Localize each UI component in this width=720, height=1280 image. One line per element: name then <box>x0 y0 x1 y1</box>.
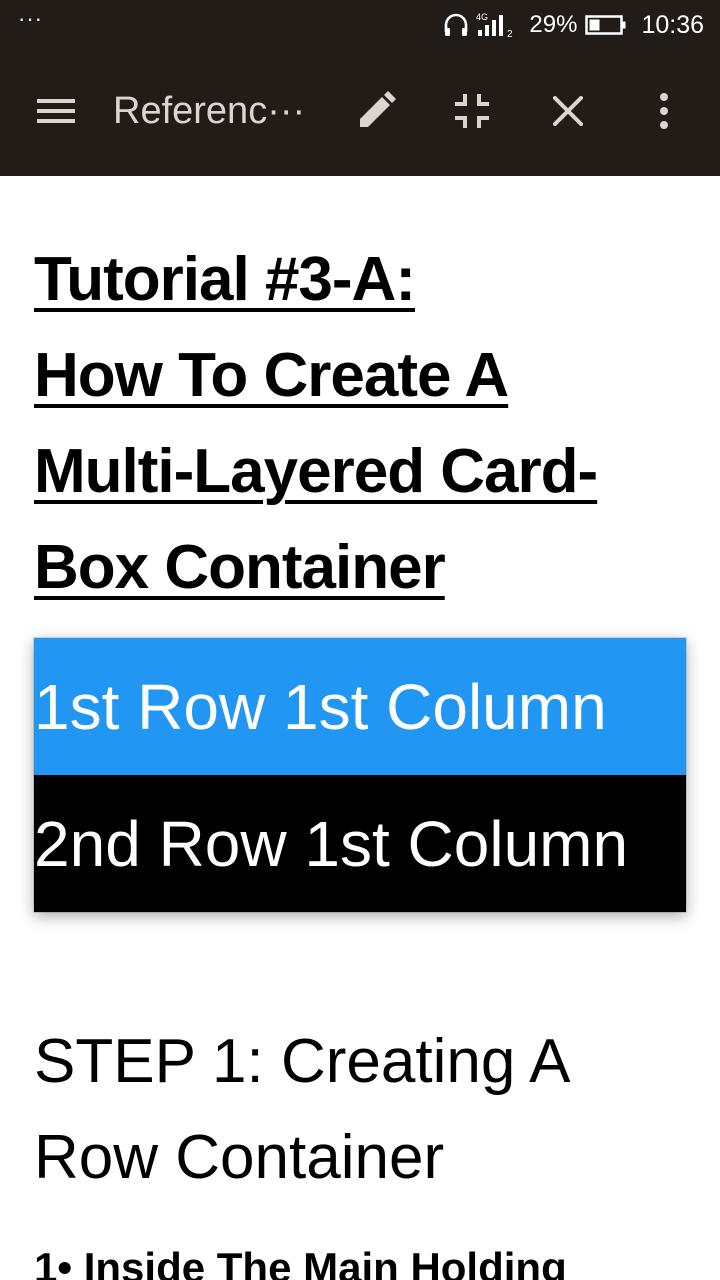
signal-icon: 4G 2 <box>475 11 519 39</box>
collapse-button[interactable] <box>442 83 502 143</box>
app-title: Referenc··· <box>113 90 306 132</box>
network-type-label: 4G <box>476 12 488 22</box>
sub-item: 1• Inside The Main Holding <box>34 1244 567 1280</box>
collapse-icon <box>455 93 489 133</box>
svg-text:2: 2 <box>507 29 513 39</box>
battery-percent: 29% <box>529 11 578 38</box>
title-line: How To Create A <box>34 341 509 410</box>
close-button[interactable] <box>538 83 598 143</box>
status-bar: ··· 4G 2 29% 10:36 <box>0 0 720 50</box>
notification-dots: ··· <box>18 6 43 31</box>
step-heading: STEP 1: Creating A Row Container <box>34 1027 568 1192</box>
more-vert-icon <box>658 92 670 134</box>
article-content[interactable]: Tutorial #3-A: How To Create A Multi-Lay… <box>0 176 720 1280</box>
menu-button[interactable] <box>26 83 86 143</box>
headphones-icon <box>443 12 469 38</box>
card-box-container: 1st Row 1st Column 2nd Row 1st Column <box>34 638 686 912</box>
status-time: 10:36 <box>641 10 704 39</box>
tutorial-title: Tutorial #3-A: How To Create A Multi-Lay… <box>34 232 674 616</box>
title-line: Multi-Layered Card- <box>34 437 598 506</box>
edit-icon <box>356 90 396 136</box>
edit-button[interactable] <box>346 83 406 143</box>
menu-icon <box>37 97 75 130</box>
more-options-button[interactable] <box>634 83 694 143</box>
battery-icon <box>585 14 627 36</box>
card-row-2: 2nd Row 1st Column <box>34 775 686 912</box>
title-line: Tutorial #3-A: <box>34 245 416 314</box>
status-icons: 4G 2 29% 10:36 <box>443 9 704 41</box>
title-line: Box Container <box>34 533 446 602</box>
card-row-1: 1st Row 1st Column <box>34 638 686 775</box>
close-icon <box>552 94 584 131</box>
app-bar: Referenc··· <box>0 50 720 176</box>
